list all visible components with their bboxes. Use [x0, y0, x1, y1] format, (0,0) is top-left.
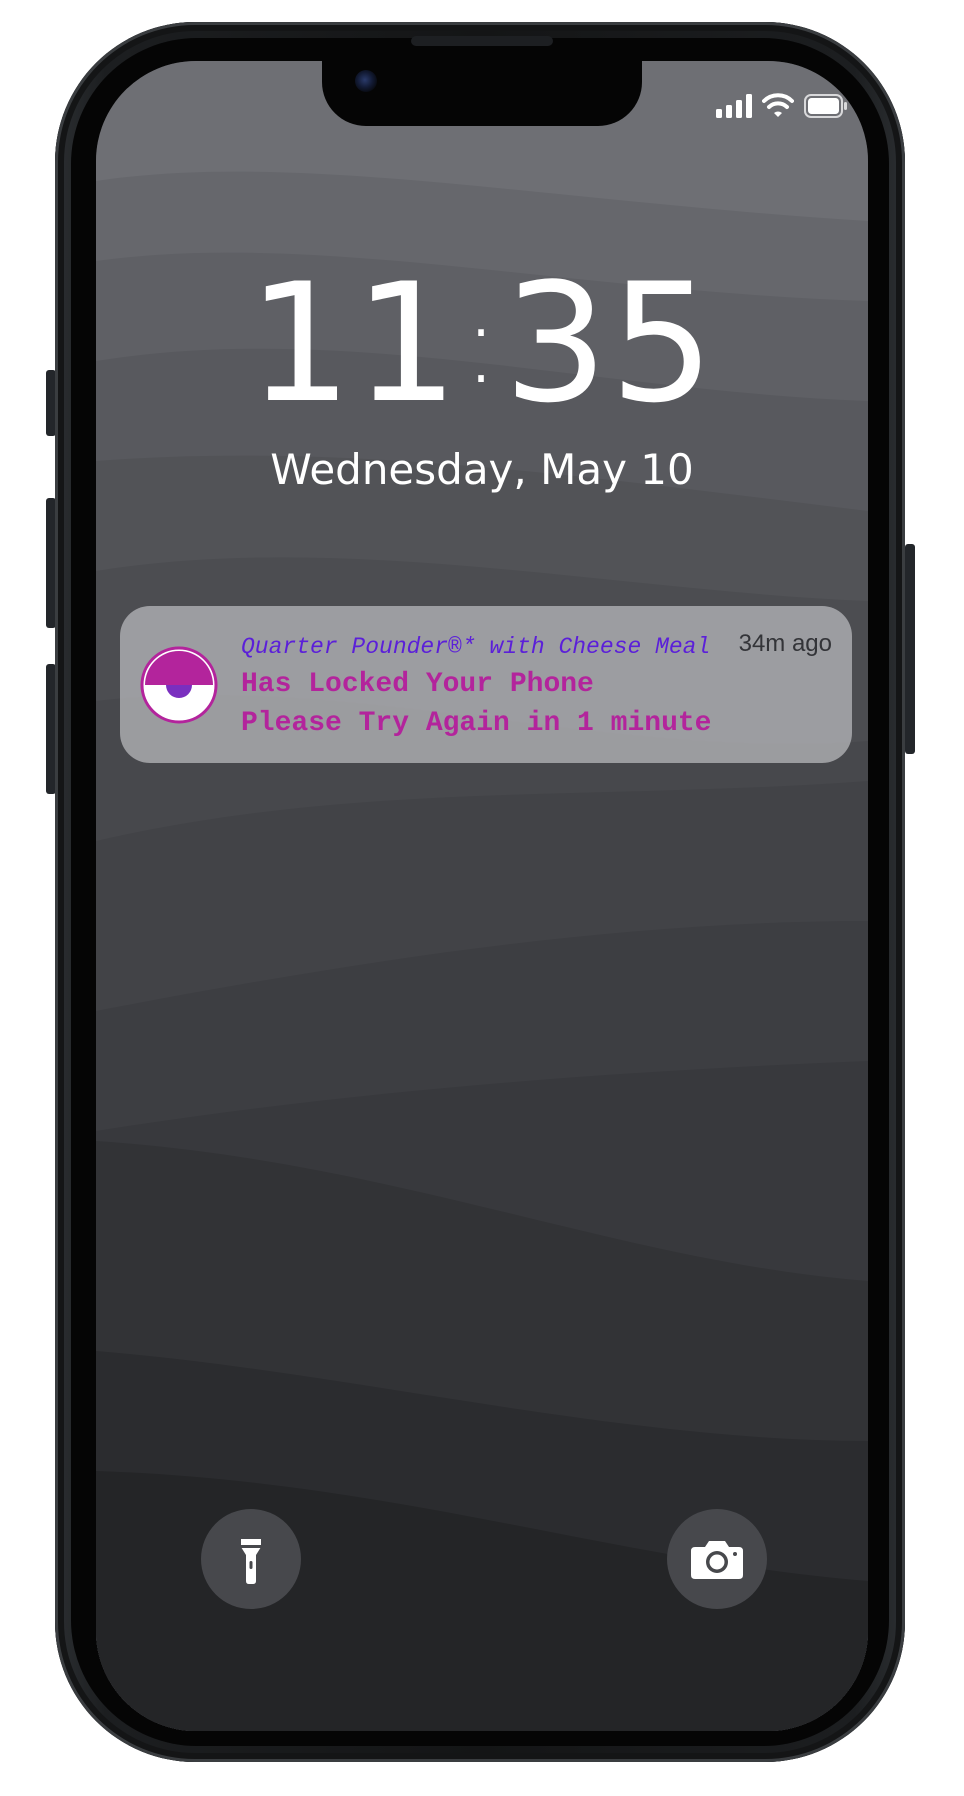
notification-body-line2: Please Try Again in 1 minute — [241, 708, 712, 739]
clock-minutes: 35 — [503, 248, 717, 439]
flashlight-button[interactable] — [201, 1509, 301, 1609]
cellular-signal-icon — [716, 94, 752, 118]
app-icon — [140, 646, 218, 724]
wifi-icon — [762, 93, 794, 117]
notification-timestamp: 34m ago — [738, 630, 832, 657]
notification-body-line1: Has Locked Your Phone — [241, 669, 594, 700]
clock-separator: : — [462, 280, 502, 408]
power-button — [905, 544, 915, 754]
clock-hours: 11 — [247, 248, 461, 439]
lock-date: Wednesday, May 10 — [270, 445, 694, 494]
earpiece-speaker — [411, 36, 553, 46]
battery-icon — [804, 94, 847, 118]
flashlight-icon — [241, 1539, 261, 1584]
camera-button[interactable] — [667, 1509, 767, 1609]
camera-icon — [691, 1541, 743, 1579]
lock-clock: 11:35 — [0, 262, 964, 426]
notification-card[interactable]: Quarter Pounder®* with Cheese Meal 34m a… — [120, 606, 852, 763]
front-camera — [355, 70, 377, 92]
notification-title: Quarter Pounder®* with Cheese Meal — [241, 634, 711, 660]
